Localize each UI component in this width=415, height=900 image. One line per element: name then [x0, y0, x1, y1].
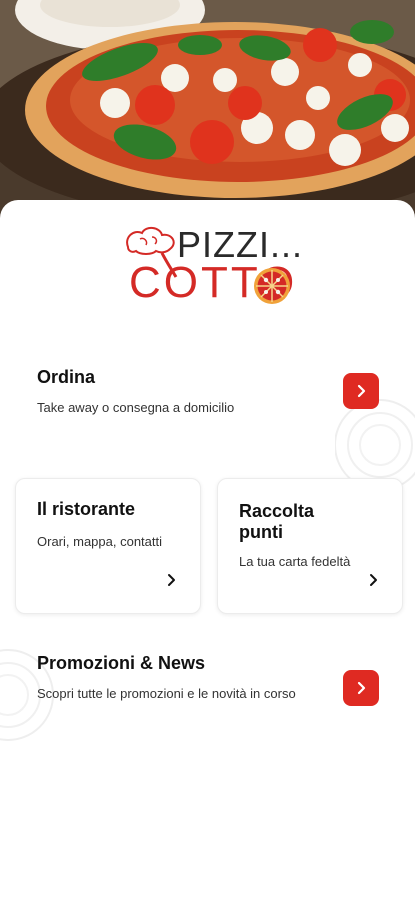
- raccolta-punti-title: Raccolta punti: [239, 501, 315, 542]
- chevron-right-icon[interactable]: [368, 573, 380, 587]
- chevron-right-icon: [357, 681, 366, 695]
- ristorante-title: Il ristorante: [37, 499, 136, 519]
- brand-logo: PIZZI... COTTO: [120, 222, 302, 308]
- ristorante-card[interactable]: Il ristorante Orari, mappa, contatti: [15, 478, 201, 614]
- ordina-subtitle: Take away o consegna a domicilio: [37, 400, 235, 415]
- ristorante-subtitle: Orari, mappa, contatti: [37, 534, 162, 549]
- pizza-icon: [254, 268, 290, 304]
- chevron-right-icon: [357, 384, 366, 398]
- raccolta-punti-subtitle: La tua carta fedeltà: [239, 554, 351, 569]
- ordina-arrow-button[interactable]: [343, 373, 379, 409]
- promozioni-row[interactable]: Promozioni & News Scopri tutte le promoz…: [0, 643, 415, 733]
- ordina-title: Ordina: [37, 367, 96, 387]
- promozioni-title: Promozioni & News: [37, 653, 206, 673]
- promozioni-subtitle: Scopri tutte le promozioni e le novità i…: [37, 686, 296, 701]
- raccolta-punti-card[interactable]: Raccolta punti La tua carta fedeltà: [217, 478, 403, 614]
- hero-pizza-image: [0, 0, 415, 230]
- ordina-row[interactable]: Ordina Take away o consegna a domicilio: [0, 355, 415, 435]
- chevron-right-icon[interactable]: [166, 573, 178, 587]
- promozioni-arrow-button[interactable]: [343, 670, 379, 706]
